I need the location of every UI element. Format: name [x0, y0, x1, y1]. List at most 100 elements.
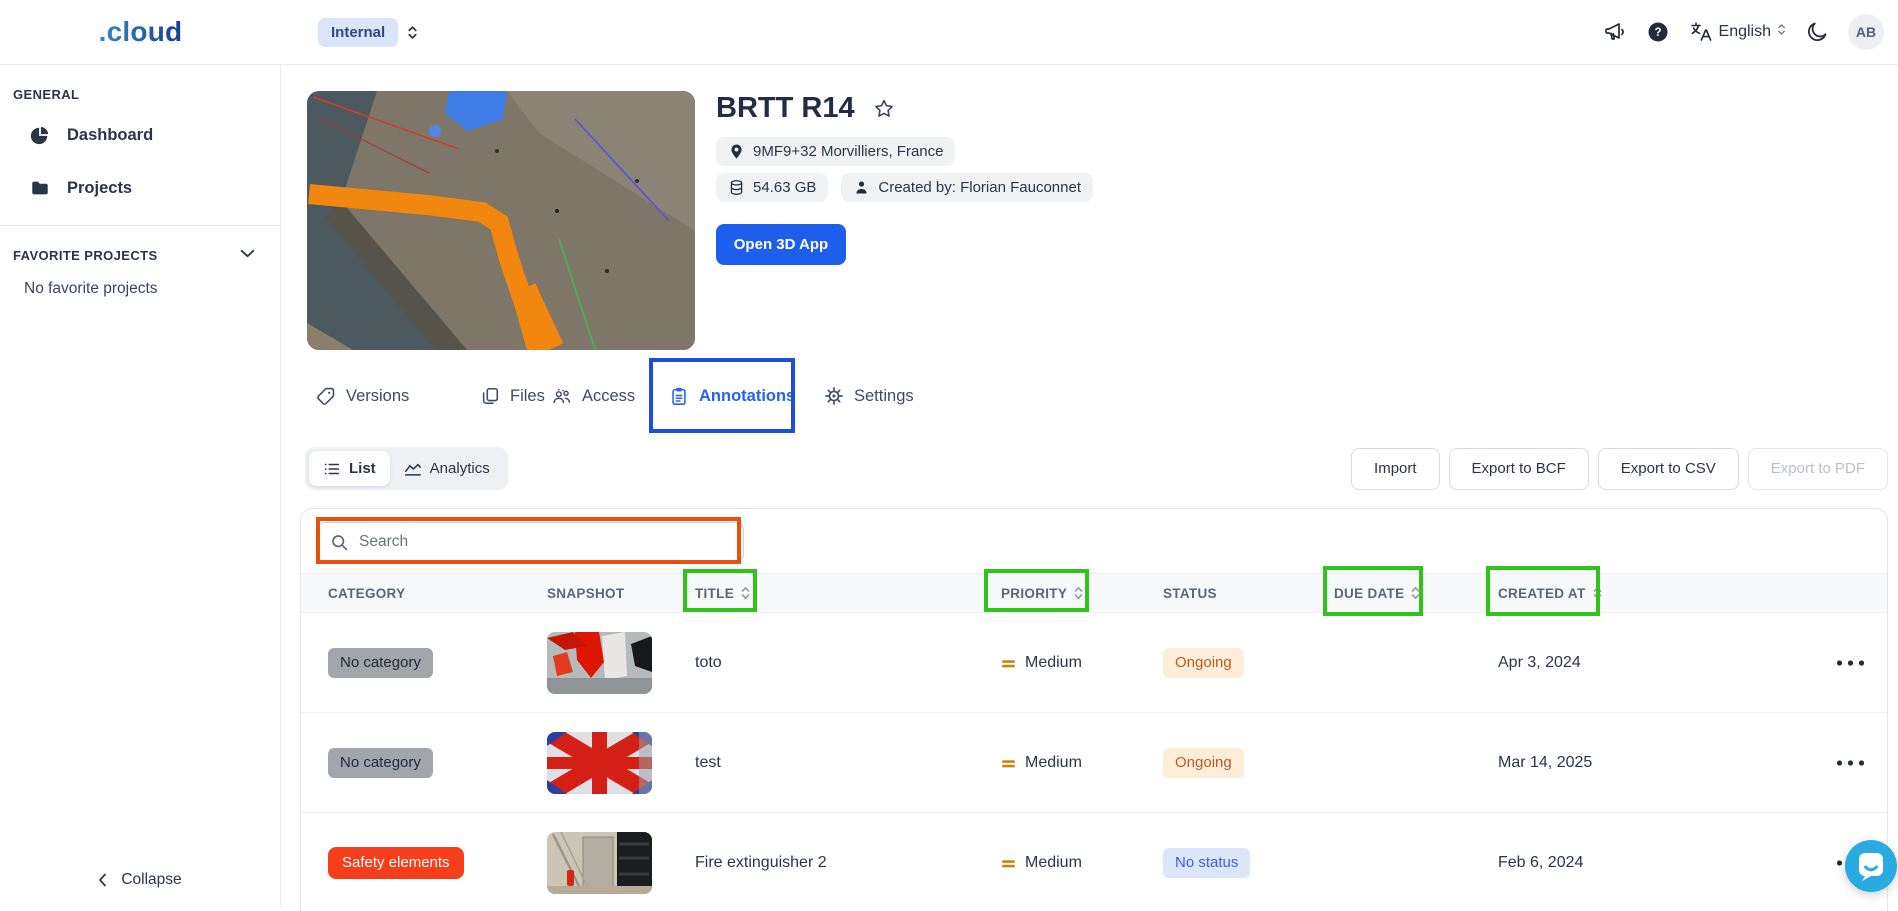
chat-bubble-icon [1856, 851, 1886, 881]
tab-label: Versions [346, 387, 409, 406]
annotations-toolbar: List Analytics Import Export to BCF Expo… [305, 447, 1888, 490]
category-badge: No category [328, 748, 433, 778]
snapshot-thumbnail[interactable] [547, 632, 652, 694]
tab-settings[interactable]: Settings [824, 365, 914, 427]
tab-label: Access [582, 387, 635, 406]
snapshot-thumbnail[interactable] [547, 732, 652, 794]
open-3d-app-button[interactable]: Open 3D App [716, 224, 846, 265]
view-analytics-label: Analytics [430, 460, 490, 477]
storage-size-text: 54.63 GB [753, 179, 816, 196]
sidebar-item-dashboard[interactable]: Dashboard [30, 125, 153, 145]
priority-label: Medium [1025, 854, 1082, 872]
location-text: 9MF9+32 Morvilliers, France [753, 143, 943, 160]
sidebar-item-projects[interactable]: Projects [30, 178, 132, 198]
folder-icon [30, 178, 50, 198]
files-icon [480, 386, 500, 406]
created-at-cell: Mar 14, 2025 [1498, 754, 1758, 772]
chat-widget-button[interactable] [1845, 840, 1897, 892]
chevron-left-icon [98, 873, 107, 887]
language-selector[interactable]: English [1689, 20, 1786, 44]
tag-icon [316, 386, 336, 406]
list-icon [323, 460, 341, 478]
collapse-label: Collapse [121, 871, 181, 889]
category-badge: No category [328, 648, 433, 678]
annotations-card: CATEGORY SNAPSHOT TITLE PRIORITY STATUS … [300, 508, 1888, 911]
search-icon [330, 533, 349, 552]
priority-label: Medium [1025, 654, 1082, 672]
priority-medium-icon [1001, 656, 1016, 671]
status-badge: No status [1163, 848, 1250, 878]
tab-access[interactable]: Access [552, 365, 635, 427]
view-switcher: List Analytics [305, 447, 508, 490]
tab-files[interactable]: Files [480, 365, 545, 427]
view-list-button[interactable]: List [309, 451, 390, 486]
page-title: BRTT R14 [716, 92, 855, 125]
dark-mode-icon[interactable] [1805, 20, 1829, 44]
sort-icon [1410, 585, 1421, 601]
gear-icon [824, 386, 844, 406]
sort-icon [740, 585, 751, 601]
annotation-title: toto [695, 654, 1001, 672]
person-icon [853, 179, 870, 196]
column-header-due-date[interactable]: DUE DATE [1334, 585, 1498, 601]
annotation-title: Fire extinguisher 2 [695, 854, 1001, 872]
row-menu-button[interactable] [1834, 754, 1867, 772]
sidebar-section-favorites: FAVORITE PROJECTS [13, 248, 158, 263]
favorites-empty-text: No favorite projects [24, 280, 158, 298]
workspace-badge[interactable]: Internal [318, 18, 398, 47]
favorite-star-icon[interactable] [872, 97, 896, 121]
project-tabs: Versions Files Access Annotations Settin… [281, 365, 1898, 428]
column-header-title[interactable]: TITLE [695, 585, 1001, 601]
help-icon[interactable]: ? [1646, 20, 1670, 44]
column-header-created-at[interactable]: CREATED AT [1498, 585, 1758, 601]
view-analytics-button[interactable]: Analytics [390, 451, 504, 486]
table-row[interactable]: No category toto Medium Ongoing Apr 3, 2… [301, 613, 1887, 713]
priority-medium-icon [1001, 856, 1016, 871]
sidebar: GENERAL Dashboard Projects FAVORITE PROJ… [0, 65, 281, 907]
sidebar-section-general: GENERAL [13, 87, 79, 102]
annotation-title: test [695, 754, 1001, 772]
created-at-cell: Apr 3, 2024 [1498, 654, 1758, 672]
view-list-label: List [349, 460, 376, 477]
tab-versions[interactable]: Versions [316, 365, 409, 427]
pie-chart-icon [30, 125, 50, 145]
created-at-cell: Feb 6, 2024 [1498, 854, 1758, 872]
chevron-down-icon[interactable] [240, 245, 255, 263]
language-label: English [1719, 23, 1771, 41]
export-pdf-button: Export to PDF [1748, 448, 1888, 490]
sort-icon [1073, 585, 1084, 601]
analytics-icon [404, 460, 422, 478]
top-bar: .cloud Internal ? English AB [0, 0, 1898, 65]
column-header-status: STATUS [1163, 586, 1334, 601]
megaphone-icon[interactable] [1603, 20, 1627, 44]
created-by-text: Created by: Florian Fauconnet [878, 179, 1081, 196]
tab-annotations[interactable]: Annotations [669, 365, 795, 427]
created-by-badge: Created by: Florian Fauconnet [841, 173, 1093, 202]
table-row[interactable]: Safety elements Fire extinguisher 2 Medi… [301, 813, 1887, 911]
category-badge: Safety elements [328, 847, 464, 879]
workspace-selector-icon[interactable] [407, 25, 418, 40]
tab-label: Settings [854, 387, 914, 406]
snapshot-thumbnail[interactable] [547, 832, 652, 894]
export-bcf-button[interactable]: Export to BCF [1449, 448, 1589, 490]
export-csv-button[interactable]: Export to CSV [1598, 448, 1739, 490]
svg-text:?: ? [1654, 27, 1661, 39]
location-pin-icon [728, 143, 745, 160]
table-row[interactable]: No category test Medium Ongoing Mar 14, … [301, 713, 1887, 813]
language-caret-icon [1777, 23, 1786, 41]
tab-label: Annotations [699, 387, 795, 406]
collapse-sidebar-button[interactable]: Collapse [0, 871, 280, 889]
tab-label: Files [510, 387, 545, 406]
app-logo[interactable]: .cloud [99, 16, 183, 48]
export-buttons: Import Export to BCF Export to CSV Expor… [1351, 448, 1888, 490]
priority-medium-icon [1001, 756, 1016, 771]
database-icon [728, 179, 745, 196]
sidebar-item-label: Projects [67, 179, 132, 198]
table-header: CATEGORY SNAPSHOT TITLE PRIORITY STATUS … [301, 573, 1887, 613]
translate-icon [1689, 20, 1713, 44]
import-button[interactable]: Import [1351, 448, 1440, 490]
search-input[interactable] [359, 533, 731, 551]
user-avatar[interactable]: AB [1848, 14, 1884, 50]
column-header-priority[interactable]: PRIORITY [1001, 585, 1163, 601]
row-menu-button[interactable] [1834, 654, 1867, 672]
